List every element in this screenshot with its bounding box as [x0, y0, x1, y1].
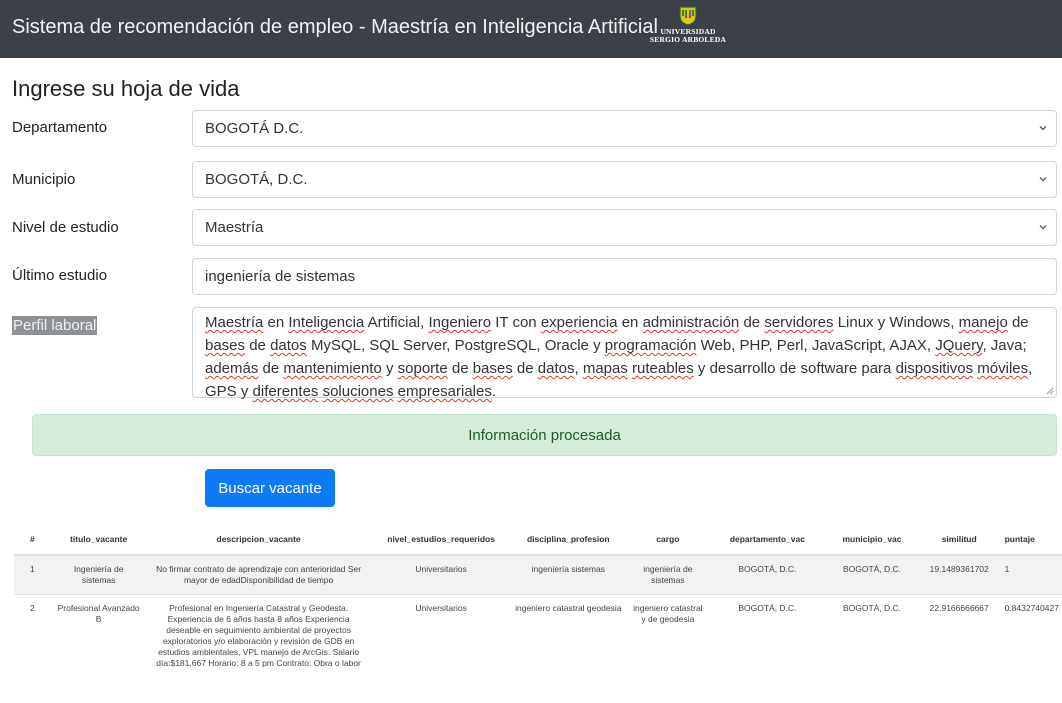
navbar: Sistema de recomendación de empleo - Mae…	[0, 0, 1062, 58]
table-header-row: # titulo_vacante descripcion_vacante niv…	[14, 524, 1062, 556]
perfil-value: Maestría en Inteligencia Artificial, Ing…	[205, 314, 1033, 400]
table-row: 2 Profesional Avanzado B Profesional en …	[14, 594, 1062, 677]
col-header: municipio_vac	[827, 524, 917, 556]
chevron-down-icon	[1039, 225, 1047, 230]
table-cell: BOGOTÁ, D.C.	[707, 554, 828, 595]
ultimo-value: ingeniería de sistemas	[205, 268, 356, 285]
table-cell: Universitarios	[373, 594, 509, 677]
chevron-down-icon	[1039, 177, 1047, 182]
table-cell: ingeniería sistemas	[508, 554, 629, 595]
table-cell: No firmar contrato de aprendizaje con an…	[143, 554, 374, 595]
nivel-label: Nivel de estudio	[12, 219, 119, 236]
departamento-value: BOGOTÁ D.C.	[205, 120, 304, 137]
col-header: puntaje	[1001, 524, 1062, 556]
perfil-textarea[interactable]: Maestría en Inteligencia Artificial, Ing…	[192, 307, 1057, 400]
nivel-estudio-select[interactable]: Maestría	[192, 209, 1057, 246]
table-cell: BOGOTÁ, D.C.	[707, 594, 828, 677]
departamento-label: Departamento	[12, 119, 108, 136]
table-cell: 1	[14, 554, 54, 595]
table-cell: Profesional en Ingeniería Catastral y Ge…	[143, 594, 374, 677]
table-row: 1 Ingeniería de sistemas No firmar contr…	[14, 554, 1062, 595]
col-header: descripcion_vacante	[143, 524, 374, 556]
col-header: #	[14, 524, 54, 556]
ultimo-label: Último estudio	[12, 267, 108, 284]
form-heading: Ingrese su hoja de vida	[12, 76, 240, 101]
results-table: # titulo_vacante descripcion_vacante niv…	[14, 524, 1062, 677]
col-header: departamento_vac	[707, 524, 828, 556]
table-cell: Ingeniería de sistemas	[53, 554, 144, 595]
col-header: disciplina_profesion	[508, 524, 629, 556]
table-cell: BOGOTÁ, D.C.	[827, 594, 917, 677]
table-cell: 19.1489361702	[916, 554, 1002, 595]
resize-grip-icon[interactable]	[1045, 386, 1054, 395]
table-cell: ingeniero catastral geodesia	[508, 594, 629, 677]
table-cell: 2	[14, 594, 54, 677]
table-cell: 0.8432740427	[1001, 594, 1062, 677]
col-header: similitud	[916, 524, 1002, 556]
success-alert: Información procesada	[32, 414, 1057, 456]
table-cell: BOGOTÁ, D.C.	[827, 554, 917, 595]
chevron-down-icon	[1039, 126, 1047, 131]
nivel-value: Maestría	[205, 219, 264, 236]
shield-icon	[679, 6, 697, 26]
table-cell: 1	[1001, 554, 1062, 595]
departamento-select[interactable]: BOGOTÁ D.C.	[192, 110, 1057, 147]
municipio-select[interactable]: BOGOTÁ, D.C.	[192, 161, 1057, 198]
col-header: nivel_estudios_requeridos	[373, 524, 509, 556]
table-cell: Profesional Avanzado B	[53, 594, 144, 677]
table-cell: Universitarios	[373, 554, 509, 595]
table-cell: ingeniero catastral y de geodesia	[628, 594, 708, 677]
app-title: Sistema de recomendación de empleo - Mae…	[12, 15, 658, 38]
ultimo-estudio-input[interactable]: ingeniería de sistemas	[192, 258, 1057, 295]
table-cell: 22.9166666667	[916, 594, 1002, 677]
col-header: cargo	[628, 524, 708, 556]
logo-line2: SERGIO ARBOLEDA	[649, 35, 727, 44]
table-cell: ingeniería de sistemas	[628, 554, 708, 595]
municipio-value: BOGOTÁ, D.C.	[205, 171, 308, 188]
university-logo: UNIVERSIDAD SERGIO ARBOLEDA	[643, 6, 733, 54]
col-header: titulo_vacante	[53, 524, 144, 556]
buscar-vacante-button[interactable]: Buscar vacante	[205, 469, 335, 507]
perfil-label: Perfil laboral	[12, 316, 98, 335]
municipio-label: Municipio	[12, 171, 76, 188]
